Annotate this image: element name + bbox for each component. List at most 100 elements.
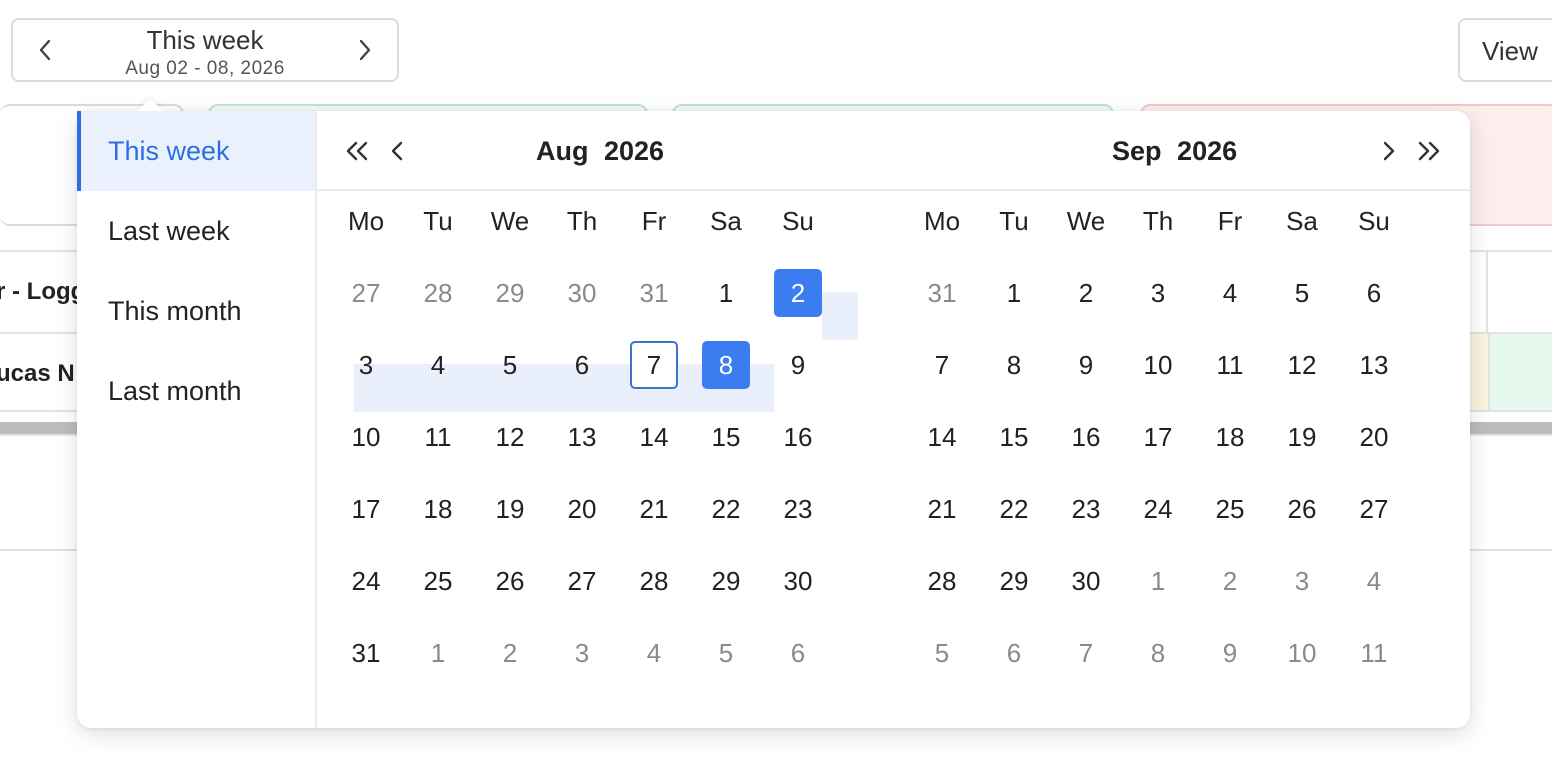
calendar-day[interactable]: 13	[558, 413, 606, 461]
calendar-day[interactable]: 10	[1278, 629, 1326, 677]
calendar-day[interactable]: 11	[414, 413, 462, 461]
preset-last-week[interactable]: Last week	[77, 191, 315, 271]
calendar-day[interactable]: 18	[1206, 413, 1254, 461]
calendar-day[interactable]: 3	[342, 341, 390, 389]
calendar-day[interactable]: 28	[414, 269, 462, 317]
view-button[interactable]: View	[1458, 18, 1552, 82]
calendar-day[interactable]: 16	[774, 413, 822, 461]
calendar-day[interactable]: 3	[1134, 269, 1182, 317]
calendar-day[interactable]: 26	[1278, 485, 1326, 533]
calendar-day[interactable]: 30	[1062, 557, 1110, 605]
previous-year-button[interactable]	[339, 133, 375, 169]
calendar-day[interactable]: 17	[1134, 413, 1182, 461]
calendar-day[interactable]: 24	[342, 557, 390, 605]
calendar-day[interactable]: 20	[558, 485, 606, 533]
calendar-day[interactable]: 29	[486, 269, 534, 317]
calendar-day[interactable]: 3	[558, 629, 606, 677]
calendar-day[interactable]: 9	[774, 341, 822, 389]
calendar-day[interactable]: 8	[990, 341, 1038, 389]
calendar-day[interactable]: 19	[486, 485, 534, 533]
week-nav-date-range[interactable]: Aug 02 - 08, 2026	[73, 58, 337, 80]
chevron-right-icon	[359, 39, 371, 61]
calendar-day[interactable]: 7	[630, 341, 678, 389]
calendar-day[interactable]: 7	[918, 341, 966, 389]
calendar-day[interactable]: 2	[486, 629, 534, 677]
preset-this-week[interactable]: This week	[77, 111, 315, 191]
calendar-day[interactable]: 29	[990, 557, 1038, 605]
calendar-day[interactable]: 15	[990, 413, 1038, 461]
calendar-day[interactable]: 17	[342, 485, 390, 533]
calendar-day[interactable]: 7	[1062, 629, 1110, 677]
month-title[interactable]: Aug 2026	[536, 136, 664, 167]
calendar-day[interactable]: 10	[1134, 341, 1182, 389]
calendar-day[interactable]: 12	[1278, 341, 1326, 389]
calendar-day[interactable]: 1	[990, 269, 1038, 317]
calendar-day[interactable]: 20	[1350, 413, 1398, 461]
calendar-day[interactable]: 21	[630, 485, 678, 533]
calendar-day[interactable]: 28	[918, 557, 966, 605]
calendar-day[interactable]: 12	[486, 413, 534, 461]
calendar-day[interactable]: 14	[918, 413, 966, 461]
calendar-day[interactable]: 5	[918, 629, 966, 677]
calendar-day[interactable]: 30	[558, 269, 606, 317]
calendar-day[interactable]: 11	[1350, 629, 1398, 677]
calendar-day[interactable]: 4	[1350, 557, 1398, 605]
previous-week-button[interactable]	[27, 32, 63, 68]
preset-last-month[interactable]: Last month	[77, 351, 315, 431]
calendar-day[interactable]: 27	[1350, 485, 1398, 533]
calendar-day[interactable]: 29	[702, 557, 750, 605]
calendar-day[interactable]: 4	[414, 341, 462, 389]
calendar-day[interactable]: 1	[702, 269, 750, 317]
next-week-button[interactable]	[347, 32, 383, 68]
calendar-day[interactable]: 18	[414, 485, 462, 533]
calendar-day[interactable]: 24	[1134, 485, 1182, 533]
calendar-day[interactable]: 6	[1350, 269, 1398, 317]
calendar-day[interactable]: 1	[414, 629, 462, 677]
calendar-day[interactable]: 2	[1062, 269, 1110, 317]
calendar-day[interactable]: 21	[918, 485, 966, 533]
calendar-day[interactable]: 27	[342, 269, 390, 317]
calendar-day[interactable]: 23	[1062, 485, 1110, 533]
calendar-day[interactable]: 1	[1134, 557, 1182, 605]
calendar-day[interactable]: 31	[342, 629, 390, 677]
calendar-day[interactable]: 31	[630, 269, 678, 317]
calendar-day[interactable]: 5	[702, 629, 750, 677]
calendar-day[interactable]: 22	[990, 485, 1038, 533]
calendar-day[interactable]: 4	[1206, 269, 1254, 317]
calendar-day[interactable]: 8	[702, 341, 750, 389]
week-nav-title[interactable]: This week	[73, 25, 337, 56]
calendar-day[interactable]: 4	[630, 629, 678, 677]
calendar-day[interactable]: 3	[1278, 557, 1326, 605]
calendar-day[interactable]: 8	[1134, 629, 1182, 677]
calendar-day[interactable]: 6	[990, 629, 1038, 677]
preset-this-month[interactable]: This month	[77, 271, 315, 351]
calendar-day[interactable]: 16	[1062, 413, 1110, 461]
calendar-day[interactable]: 13	[1350, 341, 1398, 389]
calendar-day[interactable]: 23	[774, 485, 822, 533]
calendar-day[interactable]: 25	[1206, 485, 1254, 533]
calendar-day[interactable]: 5	[1278, 269, 1326, 317]
calendar-day[interactable]: 14	[630, 413, 678, 461]
calendar-day[interactable]: 15	[702, 413, 750, 461]
previous-month-button[interactable]	[379, 133, 415, 169]
month-title[interactable]: Sep 2026	[1112, 136, 1237, 167]
calendar-day[interactable]: 5	[486, 341, 534, 389]
calendar-day[interactable]: 9	[1206, 629, 1254, 677]
calendar-day[interactable]: 27	[558, 557, 606, 605]
next-year-button[interactable]	[1411, 133, 1447, 169]
calendar-day[interactable]: 6	[558, 341, 606, 389]
calendar-day[interactable]: 25	[414, 557, 462, 605]
calendar-day[interactable]: 30	[774, 557, 822, 605]
calendar-day[interactable]: 10	[342, 413, 390, 461]
calendar-day[interactable]: 9	[1062, 341, 1110, 389]
calendar-day[interactable]: 2	[774, 269, 822, 317]
calendar-day[interactable]: 2	[1206, 557, 1254, 605]
calendar-day[interactable]: 11	[1206, 341, 1254, 389]
calendar-day[interactable]: 19	[1278, 413, 1326, 461]
next-month-button[interactable]	[1371, 133, 1407, 169]
calendar-day[interactable]: 6	[774, 629, 822, 677]
calendar-day[interactable]: 26	[486, 557, 534, 605]
calendar-day[interactable]: 28	[630, 557, 678, 605]
calendar-day[interactable]: 31	[918, 269, 966, 317]
calendar-day[interactable]: 22	[702, 485, 750, 533]
